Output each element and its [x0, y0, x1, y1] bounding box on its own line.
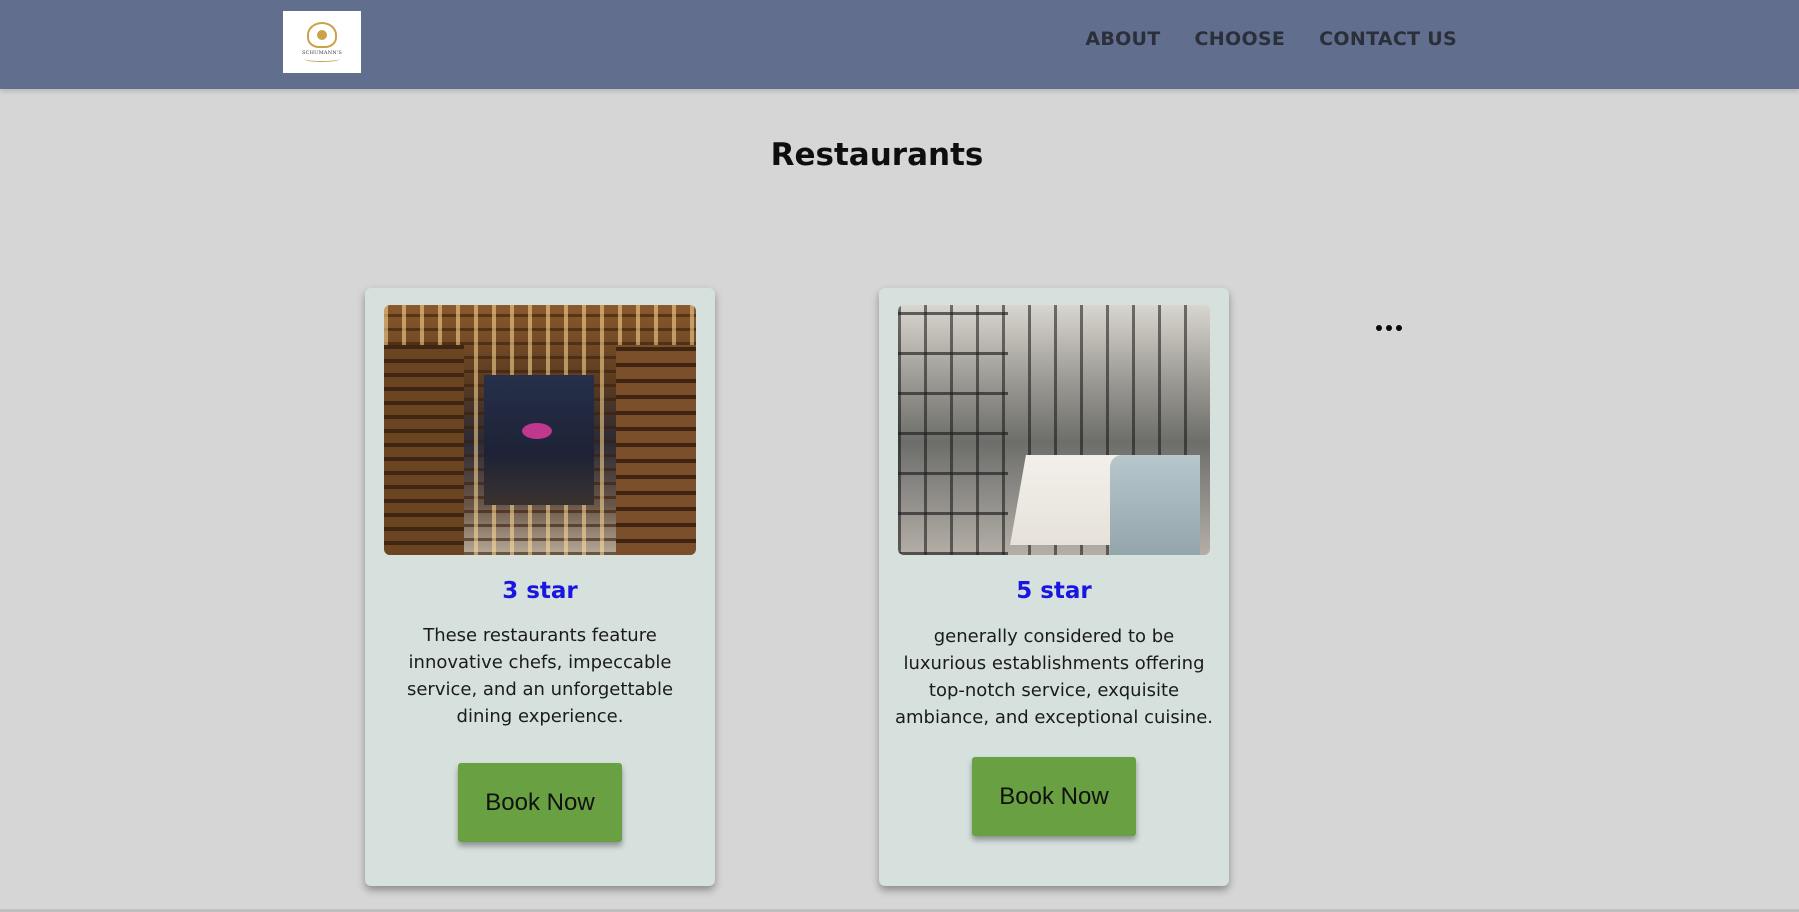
page-title: Restaurants [770, 137, 984, 173]
card-title: 5 star [1016, 578, 1092, 604]
restaurant-card-5-star: 5 star generally considered to be luxuri… [879, 288, 1229, 886]
card-description: These restaurants feature innovative che… [406, 625, 674, 727]
main-nav: ABOUT CHOOSE CONTACT US [1085, 28, 1457, 50]
book-now-button[interactable]: Book Now [972, 757, 1136, 836]
book-now-button[interactable]: Book Now [458, 763, 622, 842]
nav-choose-link[interactable]: CHOOSE [1195, 28, 1286, 50]
logo-crest-icon [307, 22, 337, 48]
card-description: generally considered to be luxurious est… [894, 626, 1214, 728]
navbar: SCHUMANN'S ABOUT CHOOSE CONTACT US [0, 0, 1799, 89]
nav-contact-link[interactable]: CONTACT US [1319, 28, 1457, 50]
logo[interactable]: SCHUMANN'S [283, 11, 361, 73]
page: SCHUMANN'S ABOUT CHOOSE CONTACT US Resta… [0, 0, 1799, 912]
restaurant-image-3-star [384, 305, 696, 555]
card-title: 3 star [502, 578, 578, 604]
restaurant-image-5-star [898, 305, 1210, 555]
logo-flourish-icon [304, 56, 340, 62]
nav-about-link[interactable]: ABOUT [1085, 28, 1160, 50]
restaurant-card-3-star: 3 star These restaurants feature innovat… [365, 288, 715, 886]
more-horizontal-icon[interactable] [1376, 325, 1402, 331]
